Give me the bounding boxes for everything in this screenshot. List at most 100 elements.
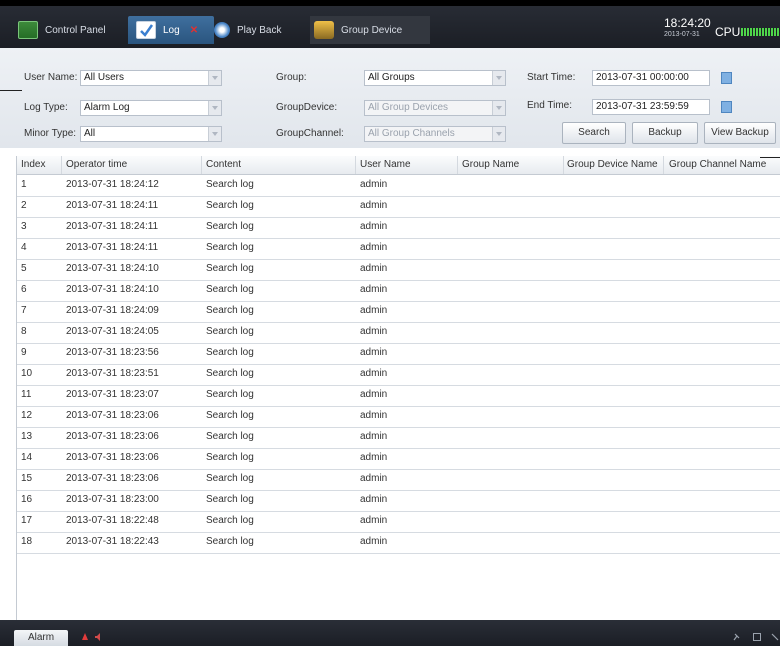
minor-type-select[interactable]: All	[80, 126, 222, 142]
tab-label: Play Back	[237, 24, 282, 36]
start-time-field[interactable]: 2013-07-31 00:00:00	[592, 70, 710, 86]
tab-play-back[interactable]: Play Back	[214, 16, 300, 44]
table-cell: Search log	[206, 200, 254, 211]
table-cell: Search log	[206, 389, 254, 400]
column-header[interactable]: Content	[202, 156, 356, 174]
group-device-icon	[314, 21, 334, 39]
backup-button[interactable]: Backup	[632, 122, 698, 144]
table-cell: 11	[21, 389, 32, 400]
tab-label: Control Panel	[45, 24, 106, 36]
sound-icon[interactable]	[94, 632, 104, 642]
tab-control-panel[interactable]: Control Panel	[14, 16, 126, 44]
table-cell: 5	[21, 263, 27, 274]
table-cell: 2013-07-31 18:23:06	[66, 431, 159, 442]
tab-log[interactable]: Log ✕	[128, 16, 214, 44]
table-row[interactable]: 3 2013-07-31 18:24:11 Search log admin	[17, 217, 780, 239]
table-cell: 2	[21, 200, 27, 211]
table-cell: 2013-07-31 18:23:07	[66, 389, 159, 400]
group-device-select[interactable]: All Group Devices	[364, 100, 506, 116]
table-cell: 2013-07-31 18:23:51	[66, 368, 159, 379]
table-cell: 9	[21, 347, 27, 358]
view-backup-button[interactable]: View Backup	[704, 122, 776, 144]
cpu-usage-bar	[741, 28, 780, 36]
calendar-icon[interactable]	[721, 101, 732, 113]
close-icon[interactable]	[770, 632, 780, 642]
table-row[interactable]: 9 2013-07-31 18:23:56 Search log admin	[17, 343, 780, 365]
table-cell: Search log	[206, 221, 254, 232]
end-time-label: End Time:	[527, 100, 573, 111]
table-row[interactable]: 12 2013-07-31 18:23:06 Search log admin	[17, 406, 780, 428]
calendar-icon[interactable]	[721, 72, 732, 84]
table-cell: Search log	[206, 452, 254, 463]
chevron-down-icon	[208, 127, 221, 141]
table-cell: admin	[360, 473, 388, 484]
table-cell: admin	[360, 368, 388, 379]
table-cell: 2013-07-31 18:22:43	[66, 536, 159, 547]
table-row[interactable]: 16 2013-07-31 18:23:00 Search log admin	[17, 490, 780, 512]
column-header[interactable]: Index	[17, 156, 62, 174]
window-icon[interactable]	[752, 632, 762, 642]
table-cell: admin	[360, 305, 388, 316]
bottom-bar: Alarm	[0, 620, 780, 646]
group-channel-select[interactable]: All Group Channels	[364, 126, 506, 142]
table-cell: 2013-07-31 18:23:06	[66, 410, 159, 421]
table-cell: 2013-07-31 18:24:12	[66, 179, 159, 190]
group-select[interactable]: All Groups	[364, 70, 506, 86]
clock-date: 2013-07-31	[664, 31, 700, 38]
callout-line	[0, 90, 22, 91]
chevron-down-icon	[492, 101, 505, 115]
table-cell: 2013-07-31 18:22:48	[66, 515, 159, 526]
group-value: All Groups	[368, 72, 415, 83]
clock-time: 18:24:20	[664, 16, 711, 30]
tab-label: Log	[163, 24, 180, 36]
table-cell: 15	[21, 473, 33, 484]
alarm-tab[interactable]: Alarm	[14, 630, 68, 646]
table-cell: 3	[21, 221, 27, 232]
table-row[interactable]: 4 2013-07-31 18:24:11 Search log admin	[17, 238, 780, 260]
table-cell: 17	[21, 515, 33, 526]
table-row[interactable]: 2 2013-07-31 18:24:11 Search log admin	[17, 196, 780, 218]
table-cell: admin	[360, 263, 388, 274]
table-row[interactable]: 8 2013-07-31 18:24:05 Search log admin	[17, 322, 780, 344]
table-cell: 8	[21, 326, 27, 337]
search-button[interactable]: Search	[562, 122, 626, 144]
table-cell: 13	[21, 431, 33, 442]
playback-icon	[214, 22, 230, 38]
table-row[interactable]: 14 2013-07-31 18:23:06 Search log admin	[17, 448, 780, 470]
close-tab-icon[interactable]: ✕	[190, 25, 198, 36]
table-cell: admin	[360, 179, 388, 190]
column-header[interactable]: Group Device Name	[564, 156, 664, 174]
table-cell: admin	[360, 452, 388, 463]
table-row[interactable]: 6 2013-07-31 18:24:10 Search log admin	[17, 280, 780, 302]
table-row[interactable]: 10 2013-07-31 18:23:51 Search log admin	[17, 364, 780, 386]
table-row[interactable]: 11 2013-07-31 18:23:07 Search log admin	[17, 385, 780, 407]
column-header[interactable]: Group Name	[458, 156, 564, 174]
table-cell: Search log	[206, 263, 254, 274]
table-cell: Search log	[206, 326, 254, 337]
table-cell: 2013-07-31 18:23:06	[66, 452, 159, 463]
log-type-select[interactable]: Alarm Log	[80, 100, 222, 116]
table-cell: 2013-07-31 18:24:11	[66, 242, 159, 253]
table-cell: 2013-07-31 18:24:10	[66, 263, 159, 274]
pin-icon[interactable]	[732, 632, 742, 642]
table-cell: 14	[21, 452, 33, 463]
table-row[interactable]: 7 2013-07-31 18:24:09 Search log admin	[17, 301, 780, 323]
table-row[interactable]: 15 2013-07-31 18:23:06 Search log admin	[17, 469, 780, 491]
end-time-field[interactable]: 2013-07-31 23:59:59	[592, 99, 710, 115]
group-channel-label: GroupChannel:	[276, 128, 344, 139]
table-row[interactable]: 5 2013-07-31 18:24:10 Search log admin	[17, 259, 780, 281]
table-row[interactable]: 1 2013-07-31 18:24:12 Search log admin	[17, 175, 780, 197]
group-device-label: GroupDevice:	[276, 102, 338, 113]
user-name-select[interactable]: All Users	[80, 70, 222, 86]
log-type-label: Log Type:	[24, 102, 68, 113]
alarm-bell-icon[interactable]	[80, 632, 90, 642]
table-row[interactable]: 17 2013-07-31 18:22:48 Search log admin	[17, 511, 780, 533]
table-cell: admin	[360, 515, 388, 526]
column-header[interactable]: User Name	[356, 156, 458, 174]
tab-group-device[interactable]: Group Device	[310, 16, 430, 44]
column-header[interactable]: Operator time	[62, 156, 202, 174]
table-row[interactable]: 18 2013-07-31 18:22:43 Search log admin	[17, 532, 780, 554]
table-row[interactable]: 13 2013-07-31 18:23:06 Search log admin	[17, 427, 780, 449]
column-header[interactable]: Group Channel Name	[664, 156, 780, 174]
table-cell: Search log	[206, 431, 254, 442]
